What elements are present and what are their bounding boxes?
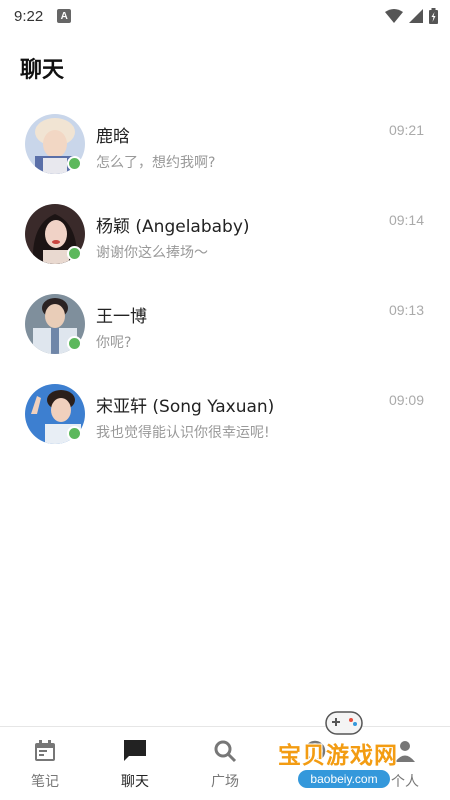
- tab-label: 广场: [211, 774, 239, 790]
- chat-item-angelababy[interactable]: 杨颖 (Angelababy) 谢谢你这么捧场～ 09:14: [0, 190, 450, 280]
- chat-last-message: 谢谢你这么捧场～: [96, 245, 208, 261]
- chat-name: 杨颖 (Angelababy): [96, 217, 250, 237]
- watermark-text: 宝贝游戏网: [278, 743, 398, 769]
- tab-label: 聊天: [121, 774, 149, 790]
- search-icon: [211, 737, 239, 765]
- online-status-dot: [67, 156, 82, 171]
- tab-label: 笔记: [31, 774, 59, 790]
- tab-notes[interactable]: 笔记: [0, 727, 90, 800]
- chat-last-message: 我也觉得能认识你很幸运呢!: [96, 425, 270, 441]
- status-time: 9:22: [14, 7, 44, 25]
- chat-list: 鹿晗 怎么了，想约我啊? 09:21 杨颖 (Angelababy) 谢谢你这么…: [0, 100, 450, 460]
- tab-square[interactable]: 广场: [180, 727, 270, 800]
- chat-time: 09:14: [388, 212, 424, 228]
- watermark-url: baobeiy.com: [298, 770, 390, 788]
- notification-icon: A: [57, 9, 72, 23]
- chat-item-songyaxuan[interactable]: 宋亚轩 (Song Yaxuan) 我也觉得能认识你很幸运呢! 09:09: [0, 370, 450, 460]
- chat-item-luhan[interactable]: 鹿晗 怎么了，想约我啊? 09:21: [0, 100, 450, 190]
- online-status-dot: [67, 246, 82, 261]
- calendar-icon: [31, 737, 59, 765]
- wifi-icon: [385, 9, 403, 23]
- chat-item-wangyibo[interactable]: 王一博 你呢? 09:13: [0, 280, 450, 370]
- chat-time: 09:09: [388, 392, 424, 408]
- chat-name: 王一博: [96, 307, 147, 327]
- status-icons: [385, 8, 438, 24]
- page-title: 聊天: [20, 58, 65, 83]
- battery-icon: [429, 8, 438, 24]
- online-status-dot: [67, 426, 82, 441]
- watermark: 宝贝游戏网 baobeiy.com: [272, 708, 422, 796]
- chat-name: 宋亚轩 (Song Yaxuan): [96, 397, 275, 417]
- online-status-dot: [67, 336, 82, 351]
- chat-time: 09:13: [388, 302, 424, 318]
- chat-last-message: 怎么了，想约我啊?: [96, 155, 216, 171]
- chat-time: 09:21: [388, 122, 424, 138]
- chat-bubble-icon: [121, 737, 149, 765]
- status-bar: 9:22 A: [0, 0, 450, 32]
- chat-name: 鹿晗: [96, 127, 130, 147]
- chat-last-message: 你呢?: [96, 335, 132, 351]
- tab-chat[interactable]: 聊天: [90, 727, 180, 800]
- gamepad-icon: [325, 711, 363, 735]
- cell-signal-icon: [409, 9, 423, 23]
